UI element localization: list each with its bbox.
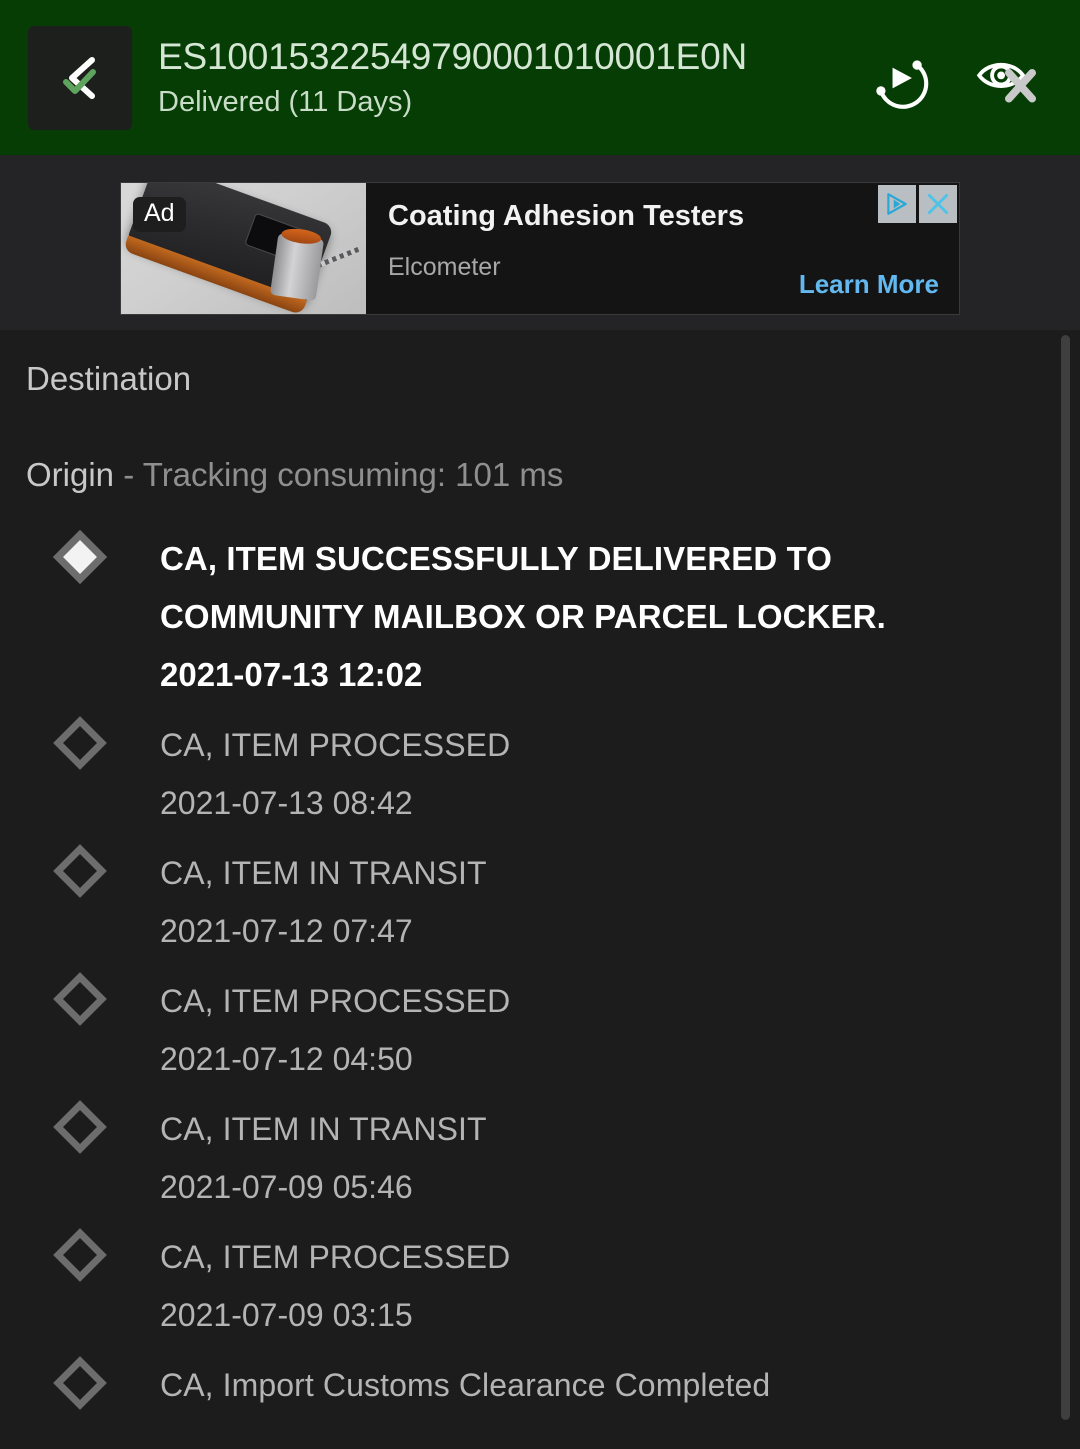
- ad-product-probe: [269, 233, 325, 301]
- status-badge: Delivered (11 Days): [158, 85, 413, 118]
- timeline-marker-icon: [53, 1356, 107, 1410]
- timeline-text: CA, ITEM PROCESSED 2021-07-13 08:42: [160, 716, 1080, 832]
- timeline-event: CA, ITEM IN TRANSIT: [160, 1111, 487, 1147]
- timeline-item: CA, ITEM IN TRANSIT 2021-07-12 07:47: [0, 844, 1080, 972]
- timeline-event: CA, ITEM PROCESSED: [160, 1239, 511, 1275]
- timeline-timestamp: 2021-07-13 08:42: [160, 785, 413, 821]
- header-titles: ES10015322549790001010001E0N Delivered (…: [158, 34, 868, 122]
- timeline-text: CA, ITEM PROCESSED 2021-07-09 03:15: [160, 1228, 1080, 1344]
- timeline-event: CA, Import Customs Clearance Completed: [160, 1367, 771, 1403]
- timeline-item: CA, ITEM SUCCESSFULLY DELIVERED TO COMMU…: [0, 530, 1080, 716]
- adchoices-triangle-icon: [887, 193, 907, 215]
- timeline-marker-icon: [53, 1100, 107, 1154]
- timeline-timestamp: 2021-07-12 04:50: [160, 1041, 413, 1077]
- app-logo: [28, 25, 132, 130]
- tracking-scroll-area[interactable]: Destination Origin - Tracking consuming:…: [0, 330, 1080, 1449]
- timeline-event: CA, ITEM PROCESSED: [160, 727, 511, 763]
- ad-image[interactable]: Ad: [121, 183, 366, 314]
- timeline-timestamp: 2021-07-13 12:02: [160, 656, 423, 693]
- eye-off-icon[interactable]: [974, 47, 1036, 109]
- timeline-timestamp: 2021-07-09 05:46: [160, 1169, 413, 1205]
- tracking-number: ES10015322549790001010001E0N: [158, 35, 748, 77]
- tracking-timeline: CA, ITEM SUCCESSFULLY DELIVERED TO COMMU…: [0, 530, 1080, 1426]
- timeline-timestamp: 2021-07-09 03:15: [160, 1297, 413, 1333]
- tracking-consuming-meta: - Tracking consuming: 101 ms: [123, 456, 564, 493]
- timeline-text: CA, ITEM SUCCESSFULLY DELIVERED TO COMMU…: [160, 530, 1080, 704]
- tracking-detail-screen: ES10015322549790001010001E0N Delivered (…: [0, 0, 1080, 1449]
- ad-banner[interactable]: Ad Coating Adhesion Testers Elcometer Le…: [120, 182, 960, 315]
- timeline-item: CA, ITEM IN TRANSIT 2021-07-09 05:46: [0, 1100, 1080, 1228]
- ad-region: Ad Coating Adhesion Testers Elcometer Le…: [0, 155, 1080, 330]
- destination-label: Destination: [26, 360, 192, 397]
- timeline-marker-icon: [53, 972, 107, 1026]
- chevron-check-logo-icon: [63, 56, 96, 99]
- ad-body[interactable]: Coating Adhesion Testers Elcometer Learn…: [366, 183, 959, 314]
- vertical-scrollbar[interactable]: [1061, 335, 1070, 1420]
- ad-title: Coating Adhesion Testers: [388, 200, 745, 232]
- timeline-item: CA, Import Customs Clearance Completed: [0, 1356, 1080, 1426]
- app-header: ES10015322549790001010001E0N Delivered (…: [0, 0, 1080, 155]
- origin-label: Origin: [26, 456, 115, 493]
- timeline-marker-icon: [53, 1228, 107, 1282]
- timeline-event: CA, ITEM PROCESSED: [160, 983, 511, 1019]
- timeline-item: CA, ITEM PROCESSED 2021-07-09 03:15: [0, 1228, 1080, 1356]
- timeline-text: CA, ITEM IN TRANSIT 2021-07-12 07:47: [160, 844, 1080, 960]
- timeline-marker-current-icon: [53, 530, 107, 584]
- ad-controls: [878, 185, 957, 223]
- timeline-timestamp: 2021-07-12 07:47: [160, 913, 413, 949]
- timeline-event: CA, ITEM IN TRANSIT: [160, 855, 487, 891]
- close-x-icon: [927, 193, 949, 215]
- ad-close-button[interactable]: [919, 185, 957, 223]
- header-actions: [868, 47, 1036, 109]
- auto-refresh-play-icon[interactable]: [868, 47, 930, 109]
- timeline-event: CA, ITEM SUCCESSFULLY DELIVERED TO COMMU…: [160, 540, 886, 635]
- origin-row: Origin - Tracking consuming: 101 ms: [26, 453, 563, 497]
- timeline-text: CA, Import Customs Clearance Completed: [160, 1356, 1080, 1414]
- timeline-item: CA, ITEM PROCESSED 2021-07-13 08:42: [0, 716, 1080, 844]
- timeline-marker-icon: [53, 844, 107, 898]
- ad-badge: Ad: [133, 197, 186, 232]
- timeline-marker-icon: [53, 716, 107, 770]
- ad-learn-more-link[interactable]: Learn More: [799, 266, 939, 302]
- timeline-item: CA, ITEM PROCESSED 2021-07-12 04:50: [0, 972, 1080, 1100]
- timeline-text: CA, ITEM PROCESSED 2021-07-12 04:50: [160, 972, 1080, 1088]
- timeline-text: CA, ITEM IN TRANSIT 2021-07-09 05:46: [160, 1100, 1080, 1216]
- adchoices-button[interactable]: [878, 185, 916, 223]
